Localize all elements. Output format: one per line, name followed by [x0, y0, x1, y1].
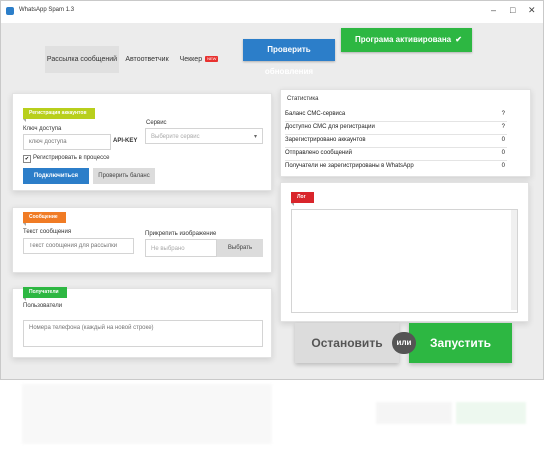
stat-row: Баланс СМС-сервиса? — [285, 108, 507, 122]
register-checkbox-label: Регистрировать в процессе — [33, 155, 110, 161]
tab-autoresponder[interactable]: Автоответчик — [119, 46, 175, 73]
stat-row: Отправлено сообщений 0 — [285, 147, 507, 161]
title-bar: WhatsApp Spam 1.3 – □ ✕ — [1, 1, 543, 23]
stat-value: 0 — [501, 163, 505, 169]
service-select[interactable]: Выберите сервис ▾ — [145, 128, 263, 144]
recipients-card: Получатели Пользователи — [12, 287, 272, 358]
registration-card: Регистрация аккаунтов Ключ доступа API-K… — [12, 93, 272, 191]
stat-label: Баланс СМС-сервиса — [285, 111, 346, 117]
stat-value: ? — [501, 124, 505, 130]
key-input[interactable] — [23, 134, 111, 150]
check-balance-button[interactable]: Проверить баланс — [93, 168, 155, 184]
main-window: WhatsApp Spam 1.3 – □ ✕ Рассылка сообщен… — [0, 0, 544, 380]
statistics-title: Статистика — [287, 96, 319, 102]
api-key-label: API-KEY — [113, 138, 138, 144]
tab-label: Рассылка сообщений — [46, 56, 118, 63]
connect-button[interactable]: Подключиться — [23, 168, 89, 184]
chevron-down-icon: ▾ — [253, 134, 257, 140]
log-area[interactable] — [291, 209, 518, 313]
registration-ribbon: Регистрация аккаунтов — [23, 108, 95, 122]
message-text-input[interactable] — [23, 238, 134, 254]
log-scrollbar[interactable] — [511, 210, 517, 310]
log-card: Лог — [280, 182, 529, 322]
service-label: Сервис — [146, 120, 167, 126]
service-select-value: Выберите сервис — [151, 134, 200, 140]
stat-label: Зарегистрировано аккаунтов — [285, 137, 366, 143]
stat-value: 0 — [501, 150, 505, 156]
recipients-ribbon: Получатели — [23, 287, 67, 301]
register-checkbox[interactable]: ✔ — [23, 155, 31, 163]
statistics-card: Статистика Баланс СМС-сервиса? Доступно … — [280, 89, 531, 177]
close-icon[interactable]: ✕ — [528, 6, 536, 15]
minimize-icon[interactable]: – — [491, 6, 496, 15]
tab-label: Автоответчик — [125, 56, 169, 63]
activated-label: Програма активирована — [355, 35, 452, 44]
window-title: WhatsApp Spam 1.3 — [19, 7, 75, 13]
app-root: WhatsApp Spam 1.3 – □ ✕ Рассылка сообщен… — [0, 0, 550, 468]
key-label: Ключ доступа — [23, 126, 62, 132]
reflection-card — [22, 384, 272, 444]
attach-image-field[interactable]: Не выбрано — [145, 239, 217, 257]
reflection-button — [456, 402, 526, 424]
choose-image-button[interactable]: Выбрать — [217, 239, 263, 257]
new-badge: NEW — [205, 56, 219, 63]
stat-label: Отправлено сообщений — [285, 150, 352, 156]
tab-mailing[interactable]: Рассылка сообщений — [45, 46, 119, 73]
message-ribbon: Сообщение — [23, 212, 66, 226]
stat-label: Получатели не зарегистрированы в WhatsAp… — [285, 163, 414, 169]
window-reflection — [0, 380, 550, 468]
stat-row: Зарегистрировано аккаунтов 0 — [285, 134, 507, 148]
check-icon: ✔ — [455, 35, 462, 44]
stat-label: Доступно СМС для регистрации — [285, 124, 375, 130]
stop-button[interactable]: Остановить — [295, 323, 399, 363]
stat-value: ? — [501, 111, 505, 117]
maximize-icon[interactable]: □ — [510, 6, 515, 15]
users-label: Пользователи — [23, 303, 63, 309]
users-textarea[interactable] — [23, 320, 263, 347]
start-button[interactable]: Запустить — [409, 323, 512, 363]
stat-row: Получатели не зарегистрированы в WhatsAp… — [285, 160, 507, 173]
stat-row: Доступно СМС для регистрации? — [285, 121, 507, 135]
tab-checker[interactable]: Чеккер NEW — [175, 46, 223, 73]
message-card: Сообщение Текст сообщения Прикрепить изо… — [12, 207, 272, 273]
stat-value: 0 — [501, 137, 505, 143]
tab-label: Чеккер — [179, 56, 203, 63]
activated-button[interactable]: Програма активирована ✔ — [341, 28, 472, 52]
log-ribbon: Лог — [291, 192, 314, 206]
reflection-button — [376, 402, 452, 424]
message-text-label: Текст сообщения — [23, 229, 72, 235]
or-separator: или — [392, 332, 416, 354]
check-updates-button[interactable]: Проверить обновления — [243, 39, 335, 76]
app-icon — [6, 7, 14, 15]
attach-image-label: Прикрепить изображение — [145, 231, 217, 237]
